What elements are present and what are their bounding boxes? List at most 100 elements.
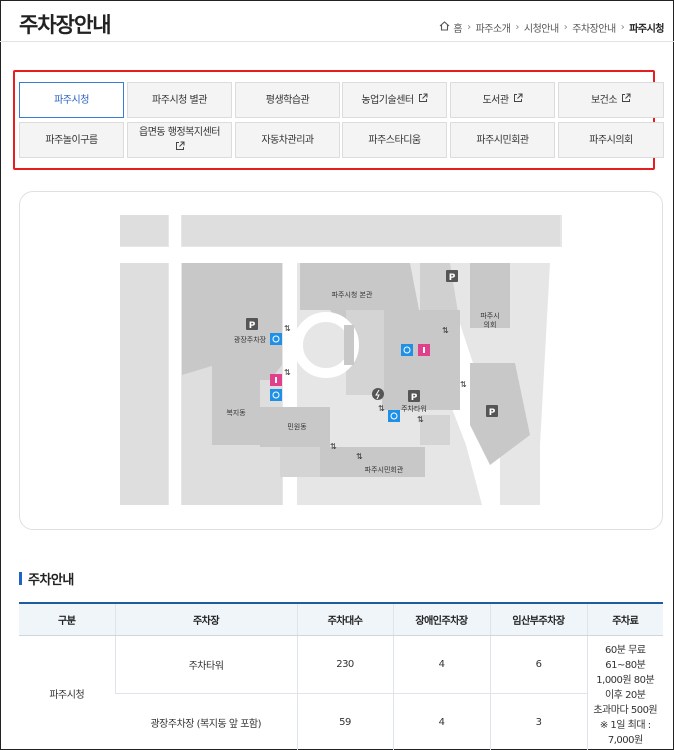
ev-charger-icon [372,388,384,400]
map-label-civil: 민원동 [287,422,307,431]
entrance-arrow-icon: ⇅ [330,442,337,451]
table-header-row: 구분 주차장 주차대수 장애인주차장 임산부주차장 주차료 [19,602,663,636]
svg-text:⇅: ⇅ [330,442,337,451]
wheelchair-icon [270,333,282,345]
parking-sign-icon: P [486,405,498,418]
entrance-arrow-icon: ⇅ [442,326,449,335]
parking-sign-icon: P [246,318,258,331]
home-icon[interactable] [439,21,450,34]
tab-agri-tech-center[interactable]: 농업기술센터 [342,82,447,118]
wheelchair-icon [388,410,400,422]
fee-line: 이후 20분 [604,689,646,701]
tab-cityhall-annex[interactable]: 파주시청 별관 [127,82,232,118]
breadcrumb-about[interactable]: 파주소개 [476,20,511,35]
tab-label: 파주시의회 [589,134,633,146]
table-row: 파주시청 주차타워 230 4 6 60분 무료 61~80분 1,000원 8… [19,635,663,750]
pregnant-cell: 3 [489,693,587,750]
section-title-text: 주차안내 [28,573,74,588]
fee-line: 61~80분 [605,659,646,671]
tab-label: 보건소 [590,94,618,106]
fee-line: 1,000원 80분 [596,674,655,686]
svg-text:⇅: ⇅ [284,324,291,333]
building-block [182,215,560,246]
breadcrumb-cityhall[interactable]: 시청안내 [524,20,559,35]
tab-label: 파주시민회관 [476,134,529,146]
spaces-cell: 59 [296,693,393,750]
svg-text:⇅: ⇅ [356,452,363,461]
svg-text:⇅: ⇅ [378,404,385,413]
restroom-icon [418,344,430,356]
map-label-main-building: 파주시청 본관 [332,290,373,299]
map-label-welfare: 복지동 [226,408,246,417]
svg-text:P: P [411,393,418,403]
tab-label: 파주놀이구름 [45,134,98,146]
site-map[interactable]: 파주시청 본관 파주시 의회 광장주차장 주차타워 복지동 민원동 파주시민회관 … [120,215,562,505]
page-title: 주차장안내 [19,13,112,37]
external-link-icon [418,93,428,107]
fee-cell: 60분 무료 61~80분 1,000원 80분 이후 20분 초과마다 500… [586,635,663,750]
welfare-building [212,365,260,445]
building-block [120,263,168,505]
fee-line: 60분 무료 [604,644,646,656]
entrance-arrow-icon: ⇅ [284,324,291,333]
svg-text:P: P [249,321,256,331]
section-marker [19,572,22,585]
parking-sign-icon: P [408,390,420,403]
map-label-citizen-hall: 파주시민회관 [365,465,404,474]
parking-sign-icon: P [446,270,458,283]
svg-text:⇅: ⇅ [417,415,424,424]
tab-label: 파주시청 별관 [152,94,207,106]
disabled-cell: 4 [392,635,490,694]
building-block [344,325,354,365]
breadcrumb-parking[interactable]: 주차장안내 [572,20,616,35]
section-title: 주차안내 [19,569,74,588]
tab-paju-cityhall[interactable]: 파주시청 [19,82,124,118]
plaza-parking-area [182,263,282,380]
tab-stadium[interactable]: 파주스타디움 [342,122,447,158]
title-divider [0,41,674,42]
breadcrumb: 홈 › 파주소개 › 시청안내 › 주차장안내 › 파주시청 [439,20,664,35]
svg-text:⇅: ⇅ [460,380,467,389]
chevron-right-icon: › [515,22,519,33]
svg-text:P: P [449,273,456,283]
tab-citizens-hall[interactable]: 파주시민회관 [450,122,555,158]
chevron-right-icon: › [467,22,471,33]
pregnant-cell: 6 [489,635,587,694]
col-header: 임산부주차장 [489,602,587,636]
tab-label: 평생학습관 [265,94,310,106]
col-header: 주차대수 [296,602,393,636]
tab-vehicle-management[interactable]: 자동차관리과 [235,122,340,158]
tab-label: 읍면동 행정복지센터 [139,126,220,138]
chevron-right-icon: › [620,22,625,33]
tab-lifelong-learning[interactable]: 평생학습관 [235,82,340,118]
tab-city-council[interactable]: 파주시의회 [558,122,664,158]
restroom-icon [270,374,282,386]
parking-table: 구분 주차장 주차대수 장애인주차장 임산부주차장 주차료 파주시청 주차타워 … [19,602,663,750]
group-cell: 파주시청 [19,635,115,750]
tab-health-center[interactable]: 보건소 [558,82,664,118]
col-header: 주차료 [586,602,663,636]
road [120,247,562,263]
breadcrumb-home[interactable]: 홈 [453,20,462,35]
tab-label: 파주시청 [54,94,89,106]
building-block [120,215,168,246]
entrance-arrow-icon: ⇅ [460,380,467,389]
entrance-arrow-icon: ⇅ [417,415,424,424]
col-header: 주차장 [114,602,297,636]
tab-label: 농업기술센터 [361,94,414,106]
breadcrumb-current: 파주시청 [629,24,664,35]
entrance-arrow-icon: ⇅ [378,404,385,413]
wheelchair-icon [401,344,413,356]
lot-cell: 광장주차장 (복지동 앞 포함) [115,693,297,750]
table-row: 광장주차장 (복지동 앞 포함) 59 4 3 [19,693,663,750]
svg-text:⇅: ⇅ [284,368,291,377]
lot-cell: 주차타워 [114,635,297,694]
svg-text:⇅: ⇅ [442,326,449,335]
tab-welfare-centers[interactable]: 읍면동 행정복지센터 [127,122,232,158]
parking-tower [382,310,460,410]
tab-label: 자동차관리과 [261,134,314,146]
map-label-parking-tower: 주차타워 [401,404,427,413]
tab-library[interactable]: 도서관 [450,82,555,118]
tab-play-cloud[interactable]: 파주놀이구름 [19,122,124,158]
tab-label: 파주스타디움 [368,134,421,146]
